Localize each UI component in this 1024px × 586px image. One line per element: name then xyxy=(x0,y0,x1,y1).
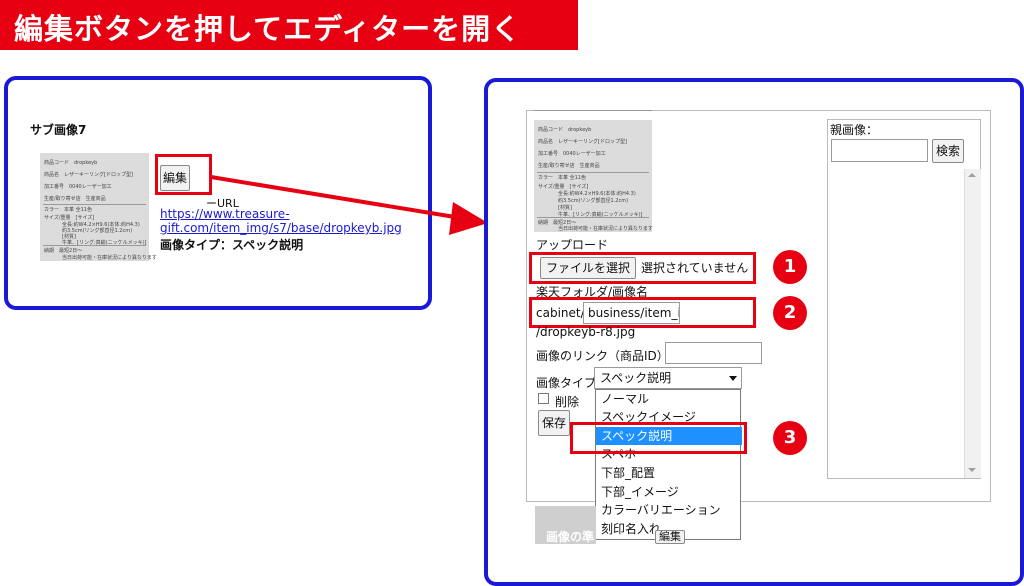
save-button[interactable]: 保存 xyxy=(538,410,570,436)
thumb-line: 約3.5cm(リング部直径1.2cm) xyxy=(558,198,629,204)
parent-image-panel xyxy=(827,119,981,479)
editor-spec-thumbnail: 商品コード dropkeyb 商品名 レザーキーリング[ドロップ型] 加工番号 … xyxy=(534,120,653,232)
dropdown-option[interactable]: 下部_イメージ xyxy=(596,483,742,501)
edit-button-highlight xyxy=(155,154,212,195)
folder-highlight xyxy=(529,297,756,328)
image-link-input[interactable] xyxy=(665,342,762,364)
image-link-label: 画像のリンク（商品ID） xyxy=(536,349,669,363)
image-type-select[interactable]: スペック説明 xyxy=(594,367,742,389)
thumb-divider xyxy=(537,172,649,173)
thumb-line: [材質] xyxy=(558,205,572,211)
callout-badge-3: 3 xyxy=(773,421,807,455)
thumb-line: サイズ/重量 [サイズ] xyxy=(44,215,95,221)
thumb-line: 商品名 レザーキーリング[ドロップ型] xyxy=(44,172,133,178)
thumb-divider xyxy=(43,245,146,246)
dropdown-option[interactable]: 下部_配置 xyxy=(596,464,742,482)
footer-edit-button[interactable]: 編集 xyxy=(655,530,685,544)
filename-suffix: /dropkeyb-r8.jpg xyxy=(536,325,636,339)
upload-label: アップロード xyxy=(536,238,609,252)
delete-checkbox[interactable] xyxy=(538,393,549,404)
image-type-dropdown: ノーマル スペックイメージ スペック説明 スペホ 下部_配置 下部_イメージ カ… xyxy=(595,389,742,540)
dropdown-option[interactable]: ノーマル xyxy=(596,390,742,408)
delete-label: 削除 xyxy=(555,395,580,409)
banner-title: 編集ボタンを押してエディターを開く xyxy=(14,12,522,46)
image-type-selected-value: スペック説明 xyxy=(600,371,672,385)
sub-image-heading: サブ画像7 xyxy=(30,123,87,137)
thumb-line: 生産/取り寄せ店 生産商品 xyxy=(538,163,600,169)
thumb-line: 生産/取り寄せ店 生産商品 xyxy=(44,196,106,202)
thumb-line: 加工番号 0040レーザー加工 xyxy=(44,184,112,190)
image-type-text: 画像タイプ：スペック説明 xyxy=(160,238,304,252)
thumb-divider xyxy=(537,217,649,218)
parent-image-scrollbar[interactable] xyxy=(964,169,981,478)
chevron-down-icon[interactable] xyxy=(729,376,737,381)
editor-top-line xyxy=(534,110,652,111)
thumb-line: カラー 本革 全11色 xyxy=(538,175,586,181)
image-type-label: 画像タイプ xyxy=(536,376,597,390)
thumb-line: 商品名 レザーキーリング[ドロップ型] xyxy=(538,139,627,145)
option-highlight xyxy=(570,422,747,454)
spec-thumbnail: 商品コード dropkeyb 商品名 レザーキーリング[ドロップ型] 加工番号 … xyxy=(40,153,157,261)
callout-badge-1: 1 xyxy=(773,250,807,284)
parent-image-search-input[interactable] xyxy=(831,139,928,162)
thumb-divider xyxy=(43,204,146,205)
title-banner: 編集ボタンを押してエディターを開く xyxy=(0,0,578,50)
scroll-down-icon[interactable] xyxy=(968,468,976,472)
thumb-line: 加工番号 0040レーザー加工 xyxy=(538,151,606,157)
thumb-line: 商品コード dropkeyb xyxy=(44,160,98,166)
thumb-line: 当日出荷可能・在庫状況により異なります xyxy=(62,255,157,261)
thumb-line: サイズ/重量 [サイズ] xyxy=(538,184,589,190)
thumb-line: 全長:約W4.2×H9.6(本体:約H4.3) xyxy=(558,191,636,197)
upload-highlight xyxy=(529,252,756,284)
thumb-line: 当日出荷可能・在庫状況により異なります xyxy=(558,226,653,232)
parent-image-label: 親画像： xyxy=(830,123,879,137)
search-button[interactable]: 検索 xyxy=(932,139,964,163)
thumb-line: 納期 最短2日〜 xyxy=(44,248,83,254)
callout-badge-2: 2 xyxy=(773,296,807,330)
dropdown-option[interactable]: カラーバリエーション xyxy=(596,501,742,519)
scroll-up-icon[interactable] xyxy=(968,173,976,177)
thumb-line: カラー 本革 全11色 xyxy=(44,207,92,213)
thumb-line: 商品コード dropkeyb xyxy=(538,127,592,133)
footer-partial-text: 画像の準 xyxy=(546,530,595,544)
arrow-icon xyxy=(210,175,488,235)
